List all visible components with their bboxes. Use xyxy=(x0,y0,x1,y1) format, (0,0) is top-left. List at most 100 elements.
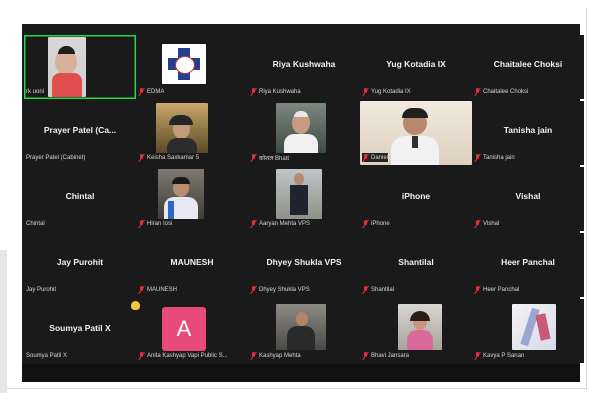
participant-label: iPhone xyxy=(362,219,390,228)
participant-tile[interactable]: Shantilal Shantilal xyxy=(360,233,472,297)
participant-video xyxy=(276,169,322,219)
participant-label: Anita Kashyap Vapi Public S... xyxy=(138,351,228,360)
participant-name: Shantilal xyxy=(398,257,434,267)
participant-video xyxy=(158,169,204,219)
participant-tile[interactable]: Heer Panchal Heer Panchal xyxy=(472,233,584,297)
hair-shape xyxy=(169,115,193,125)
participant-label: Soumya Patil X xyxy=(26,352,68,359)
mic-muted-icon xyxy=(138,153,145,162)
body-shape xyxy=(52,73,82,97)
participant-tile[interactable]: Chintal Chintal xyxy=(24,167,136,231)
participant-tile[interactable]: Daniel xyxy=(360,101,472,165)
participant-label: Keisha Saxkamar 5 xyxy=(138,153,199,162)
participant-label: Bhavi Jansara xyxy=(362,351,409,360)
participant-label: Vishal xyxy=(474,219,499,228)
participant-tile[interactable]: Jay Purohit Jay Purohit xyxy=(24,233,136,297)
participant-name: Chintal xyxy=(65,191,95,201)
object-shape xyxy=(535,313,551,341)
participant-video xyxy=(512,304,556,350)
participant-tile[interactable]: Soumya Patil X Soumya Patil X xyxy=(24,299,136,363)
participant-tile[interactable]: rk uoni xyxy=(24,35,136,99)
participant-tile[interactable]: Chaitalee Choksi Chaitalee Choksi xyxy=(472,35,584,99)
gallery-bottom-bar xyxy=(22,364,580,382)
participant-label: Dhyey Shukla VPS xyxy=(250,285,310,294)
participant-name: Heer Panchal xyxy=(501,257,555,267)
participant-label: Chintal xyxy=(26,220,45,227)
page-left-rule xyxy=(0,250,7,393)
participant-label: कोशल Bhatt xyxy=(250,153,289,162)
mic-muted-icon xyxy=(250,219,257,228)
participant-label: EDMA xyxy=(138,87,164,96)
mic-muted-icon xyxy=(250,87,257,96)
participant-tile[interactable]: Hiran Iosi xyxy=(136,167,248,231)
participant-name: Prayer Patel (Ca... xyxy=(43,125,117,135)
mic-muted-icon xyxy=(138,219,145,228)
participant-tile[interactable]: Tanisha jain Tanisha jain xyxy=(472,101,584,165)
participant-name: Dhyey Shukla VPS xyxy=(266,257,342,267)
participant-tile[interactable]: Vishal Vishal xyxy=(472,167,584,231)
page-bottom-rule xyxy=(7,388,587,389)
participant-tile[interactable]: MAUNESH MAUNESH xyxy=(136,233,248,297)
mic-muted-icon xyxy=(474,87,481,96)
body-shape xyxy=(287,326,315,350)
participant-label: Yug Kotadia IX xyxy=(362,87,411,96)
participant-name: Chaitalee Choksi xyxy=(493,59,563,69)
participant-tile[interactable]: Aaryan Mehta VPS xyxy=(248,167,360,231)
participant-label: rk uoni xyxy=(26,88,45,95)
body-shape xyxy=(407,330,433,350)
hair-shape xyxy=(58,46,75,54)
meeting-gallery: rk uoni EDMA Riya Kushwaha Riya Kushwaha… xyxy=(22,24,584,382)
participant-name: MAUNESH xyxy=(170,257,214,267)
mic-muted-icon xyxy=(250,351,257,360)
participant-video xyxy=(48,37,86,97)
mic-muted-icon xyxy=(250,285,257,294)
mic-muted-icon xyxy=(362,351,369,360)
participant-label: Hiran Iosi xyxy=(138,219,172,228)
body-shape xyxy=(290,185,308,215)
participant-label: MAUNESH xyxy=(138,285,177,294)
page-right-rule xyxy=(586,8,587,390)
participant-tile[interactable]: iPhone iPhone xyxy=(360,167,472,231)
participant-tile[interactable]: Riya Kushwaha Riya Kushwaha xyxy=(248,35,360,99)
participant-tile[interactable]: Keisha Saxkamar 5 xyxy=(136,101,248,165)
participant-label: Daniel xyxy=(362,153,389,162)
participant-label: Prayer Patel (Cabinet) xyxy=(26,154,86,161)
participant-label: Chaitalee Choksi xyxy=(474,87,528,96)
participant-label: Shantilal xyxy=(362,285,394,294)
logo-video xyxy=(162,44,206,84)
mic-muted-icon xyxy=(250,153,257,162)
hair-shape xyxy=(294,111,308,117)
participant-tile[interactable]: EDMA xyxy=(136,35,248,99)
participant-tile[interactable]: Prayer Patel (Ca... Prayer Patel (Cabine… xyxy=(24,101,136,165)
participant-tile[interactable]: कोशल Bhatt xyxy=(248,101,360,165)
face-shape xyxy=(294,173,304,185)
curtain-shape xyxy=(520,307,540,347)
body-shape xyxy=(167,138,197,153)
mic-muted-icon xyxy=(474,219,481,228)
mic-muted-icon xyxy=(362,153,369,162)
participant-label: Tanisha jain xyxy=(474,153,515,162)
participant-tile[interactable]: Kavya P Sanan xyxy=(472,299,584,363)
logo-center xyxy=(175,56,195,74)
participant-name: Vishal xyxy=(515,191,541,201)
tie-shape xyxy=(412,136,418,148)
participant-tile[interactable]: Dhyey Shukla VPS Dhyey Shukla VPS xyxy=(248,233,360,297)
participant-tile[interactable]: Bhavi Jansara xyxy=(360,299,472,363)
mic-muted-icon xyxy=(362,285,369,294)
participant-video xyxy=(276,103,326,153)
mic-muted-icon xyxy=(138,87,145,96)
participant-label: Aaryan Mehta VPS xyxy=(250,219,310,228)
participant-tile[interactable]: A Anita Kashyap Vapi Public S... xyxy=(136,299,248,363)
mic-muted-icon xyxy=(362,219,369,228)
participant-tile[interactable]: Yug Kotadia IX Yug Kotadia IX xyxy=(360,35,472,99)
hair-shape xyxy=(172,177,190,184)
body-shape xyxy=(284,134,318,153)
mic-muted-icon xyxy=(474,153,481,162)
participant-name: iPhone xyxy=(401,191,431,201)
participant-avatar: A xyxy=(162,307,206,351)
participant-label: Kashyap Mehta xyxy=(250,351,301,360)
face-shape xyxy=(296,312,308,326)
participant-tile[interactable]: Kashyap Mehta xyxy=(248,299,360,363)
participant-name: Tanisha jain xyxy=(503,125,553,135)
mic-muted-icon xyxy=(138,351,145,360)
